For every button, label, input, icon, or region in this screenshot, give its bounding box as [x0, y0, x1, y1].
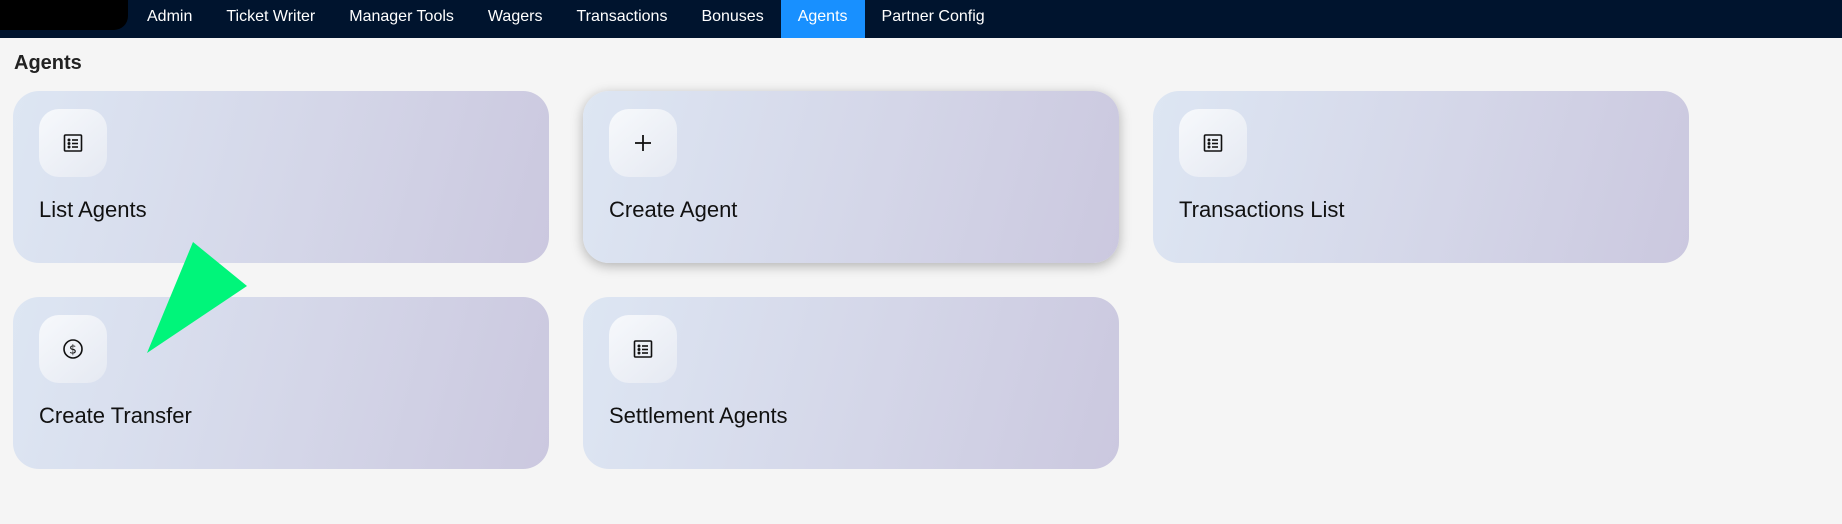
svg-text:$: $ [69, 342, 77, 356]
main-nav: Admin Ticket Writer Manager Tools Wagers… [130, 0, 1002, 38]
card-label: Create Agent [609, 197, 738, 222]
nav-item-wagers[interactable]: Wagers [471, 0, 560, 38]
card-create-agent[interactable]: Create Agent [583, 91, 1119, 263]
page-title: Agents [14, 52, 82, 74]
card-settlement-agents[interactable]: Settlement Agents [583, 297, 1119, 469]
card-label: Settlement Agents [609, 403, 788, 428]
mouse-cursor-icon [147, 242, 247, 353]
dollar-circle-icon: $ [39, 315, 107, 383]
nav-item-agents[interactable]: Agents [780, 0, 865, 38]
top-navigation-bar: Admin Ticket Writer Manager Tools Wagers… [0, 0, 1842, 38]
list-icon [609, 315, 677, 383]
nav-item-ticket-writer[interactable]: Ticket Writer [209, 0, 332, 38]
card-create-transfer[interactable]: $ Create Transfer [13, 297, 549, 469]
nav-item-bonuses[interactable]: Bonuses [684, 0, 780, 38]
nav-item-manager-tools[interactable]: Manager Tools [332, 0, 471, 38]
list-icon [39, 109, 107, 177]
card-label: List Agents [39, 197, 147, 222]
card-transactions-list[interactable]: Transactions List [1153, 91, 1689, 263]
nav-item-transactions[interactable]: Transactions [559, 0, 684, 38]
nav-item-admin[interactable]: Admin [130, 0, 209, 38]
brand-logo[interactable] [0, 0, 128, 30]
card-label: Create Transfer [39, 403, 192, 428]
card-label: Transactions List [1179, 197, 1345, 222]
nav-item-partner-config[interactable]: Partner Config [865, 0, 1002, 38]
list-icon [1179, 109, 1247, 177]
plus-icon [609, 109, 677, 177]
card-list-agents[interactable]: List Agents [13, 91, 549, 263]
